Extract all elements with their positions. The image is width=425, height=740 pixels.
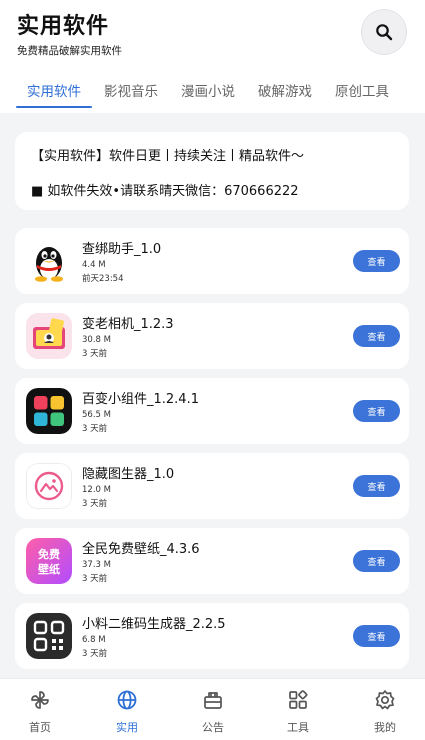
item-size: 37.3 M xyxy=(82,560,111,570)
tab-cracked-games[interactable]: 破解游戏 xyxy=(258,80,312,100)
nav-item-home[interactable]: 首页 xyxy=(10,679,70,740)
search-icon xyxy=(376,24,393,41)
item-time: 3 天前 xyxy=(82,574,108,584)
item-name: 隐藏图生器_1.0 xyxy=(82,467,175,482)
item-time: 3 天前 xyxy=(82,349,108,359)
view-button[interactable]: 查看 xyxy=(353,400,400,422)
list-item[interactable]: 免费 壁纸 全民免费壁纸_4.3.6 37.3 M 3 天前 查看 xyxy=(15,528,409,594)
nav-label: 公告 xyxy=(202,721,224,734)
item-name: 变老相机_1.2.3 xyxy=(82,317,174,332)
qq-penguin-icon xyxy=(26,238,72,284)
globe-icon xyxy=(117,690,137,710)
pinwheel-icon xyxy=(31,691,49,709)
contact-text: ■ 如软件失效•请联系晴天微信：670666222 xyxy=(31,184,299,199)
nav-label: 实用 xyxy=(116,721,138,734)
nav-item-practical[interactable]: 实用 xyxy=(97,679,157,740)
list-item[interactable]: 变老相机_1.2.3 30.8 M 3 天前 查看 xyxy=(15,303,409,369)
nav-label: 工具 xyxy=(287,721,309,734)
view-button[interactable]: 查看 xyxy=(353,625,400,647)
wallpaper-icon: 免费 壁纸 xyxy=(26,538,72,584)
item-time: 前天23:54 xyxy=(82,274,124,284)
page-title: 实用软件 xyxy=(17,14,110,39)
item-name: 小料二维码生成器_2.2.5 xyxy=(82,617,226,632)
view-button[interactable]: 查看 xyxy=(353,250,400,272)
notice-card: 【实用软件】软件日更丨持续关注丨精品软件～ ■ 如软件失效•请联系晴天微信：67… xyxy=(15,132,409,210)
header: 实用软件 免费精品破解实用软件 实用软件 影视音乐 漫画小说 破解游戏 原创工具 xyxy=(0,0,425,113)
list-item[interactable]: 百变小组件_1.2.4.1 56.5 M 3 天前 查看 xyxy=(15,378,409,444)
item-name: 百变小组件_1.2.4.1 xyxy=(82,392,199,407)
image-mountain-icon xyxy=(26,463,72,509)
list-item[interactable]: 查绑助手_1.0 4.4 M 前天23:54 查看 xyxy=(15,228,409,294)
view-button[interactable]: 查看 xyxy=(353,475,400,497)
item-name: 查绑助手_1.0 xyxy=(82,242,162,257)
item-size: 4.4 M xyxy=(82,260,106,270)
item-size: 56.5 M xyxy=(82,410,111,420)
page-subtitle: 免费精品破解实用软件 xyxy=(17,45,122,57)
camera-photo-icon xyxy=(26,313,72,359)
megaphone-icon xyxy=(204,692,222,709)
search-button[interactable] xyxy=(361,9,407,55)
nav-item-tools[interactable]: 工具 xyxy=(268,679,328,740)
widget-grid-icon xyxy=(26,388,72,434)
settings-icon xyxy=(375,690,395,710)
nav-item-profile[interactable]: 我的 xyxy=(355,679,415,740)
nav-label: 我的 xyxy=(374,721,396,734)
tab-video-music[interactable]: 影视音乐 xyxy=(104,80,158,100)
item-time: 3 天前 xyxy=(82,424,108,434)
tab-original-tools[interactable]: 原创工具 xyxy=(335,80,389,100)
active-tab-indicator xyxy=(16,106,92,108)
bottom-navigation: 首页 实用 公告 工具 我的 xyxy=(0,678,425,740)
item-time: 3 天前 xyxy=(82,499,108,509)
apps-grid-icon xyxy=(289,690,308,709)
view-button[interactable]: 查看 xyxy=(353,550,400,572)
wallpaper-icon-text-bottom: 壁纸 xyxy=(38,562,60,576)
item-size: 6.8 M xyxy=(82,635,106,645)
item-size: 30.8 M xyxy=(82,335,111,345)
item-time: 3 天前 xyxy=(82,649,108,659)
notice-text: 【实用软件】软件日更丨持续关注丨精品软件～ xyxy=(31,149,305,164)
list-item[interactable]: 小料二维码生成器_2.2.5 6.8 M 3 天前 查看 xyxy=(15,603,409,669)
view-button[interactable]: 查看 xyxy=(353,325,400,347)
category-tabs: 实用软件 影视音乐 漫画小说 破解游戏 原创工具 xyxy=(0,78,425,110)
item-size: 12.0 M xyxy=(82,485,111,495)
nav-label: 首页 xyxy=(29,721,51,734)
tab-practical-software[interactable]: 实用软件 xyxy=(27,80,81,100)
list-item[interactable]: 隐藏图生器_1.0 12.0 M 3 天前 查看 xyxy=(15,453,409,519)
wallpaper-icon-text-top: 免费 xyxy=(38,547,60,561)
tab-comic-novel[interactable]: 漫画小说 xyxy=(181,80,235,100)
qr-code-icon xyxy=(26,613,72,659)
nav-item-announcement[interactable]: 公告 xyxy=(183,679,243,740)
item-name: 全民免费壁纸_4.3.6 xyxy=(82,542,200,557)
